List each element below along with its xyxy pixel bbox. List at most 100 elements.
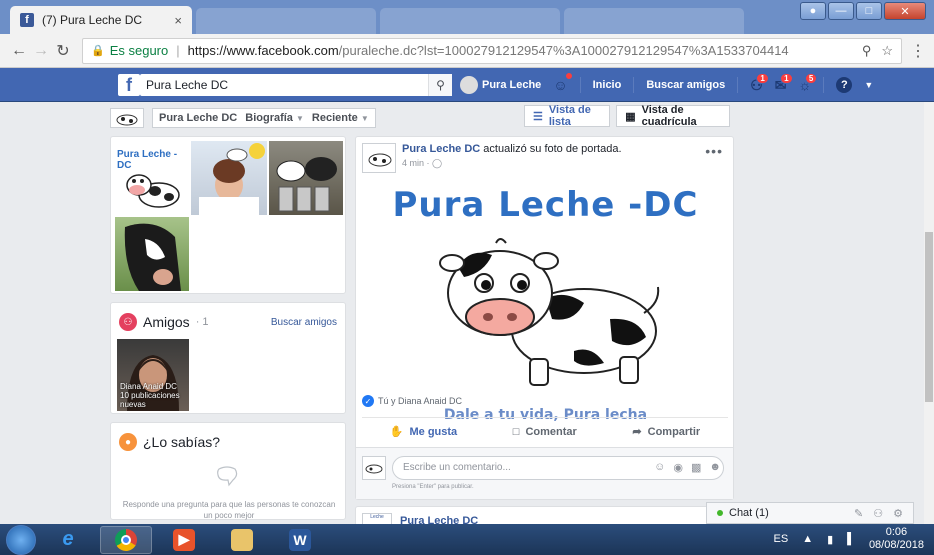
reload-icon[interactable]: ↻ xyxy=(52,41,74,61)
browser-tab[interactable]: f (7) Pura Leche DC × xyxy=(10,6,192,34)
more-options-icon[interactable]: ••• xyxy=(705,143,723,159)
did-you-know-card: ● ¿Lo sabías? Responde una pregunta para… xyxy=(110,422,346,520)
page-scrollbar[interactable] xyxy=(924,102,934,524)
home-link[interactable]: Inicio xyxy=(593,79,622,91)
chevron-down-icon: ▼ xyxy=(296,114,304,123)
cover-title: Pura Leche -DC xyxy=(392,185,699,225)
url-input[interactable]: 🔒 Es seguro | https://www.facebook.com/p… xyxy=(82,37,902,64)
star-icon[interactable]: ☆ xyxy=(881,43,893,59)
photo-cow-portrait[interactable] xyxy=(115,217,189,291)
search-input[interactable]: Pura Leche DC xyxy=(140,74,452,96)
gif-icon[interactable]: ▩ xyxy=(691,461,701,474)
taskbar-chrome[interactable] xyxy=(100,525,152,554)
divider xyxy=(823,77,825,93)
friends-count: · 1 xyxy=(195,316,209,328)
breadcrumb: Pura Leche DC Biografía ▼ Reciente ▼ xyxy=(152,108,376,128)
find-friends-link[interactable]: Buscar amigos xyxy=(646,79,725,91)
tab-close-icon[interactable]: × xyxy=(174,13,182,28)
recent-label: Reciente xyxy=(311,112,358,124)
comment-button[interactable]: □ Comentar xyxy=(513,426,577,438)
post-action: actualizó su foto de portada. xyxy=(480,143,622,155)
url-host: https://www.facebook.com xyxy=(187,43,339,58)
photos-card: Pura Leche -DC xyxy=(110,136,346,294)
new-message-icon[interactable]: ✎ xyxy=(854,507,863,520)
friend-requests-icon[interactable]: ⚇ 1 xyxy=(750,72,769,94)
help-icon[interactable]: ? xyxy=(836,77,853,93)
share-label: Compartir xyxy=(647,425,701,438)
grid-view-button[interactable]: ▦ Vista de cuadrícula xyxy=(616,104,730,128)
like-reaction-icon: ✓ xyxy=(362,395,374,407)
gear-icon[interactable]: ⚙ xyxy=(893,507,903,520)
find-friends-link[interactable]: Buscar amigos xyxy=(271,317,337,328)
account-menu-icon[interactable]: ▼ xyxy=(864,80,873,90)
profile-link[interactable]: Pura Leche xyxy=(460,76,541,94)
share-button[interactable]: ➦ Compartir xyxy=(632,425,701,439)
minimize-icon[interactable]: — xyxy=(828,2,854,20)
person-icon[interactable]: ● xyxy=(800,2,826,20)
browser-menu-icon[interactable]: ⋮ xyxy=(910,41,926,61)
url-path: /puraleche.dc?lst=100027912129547%3A1000… xyxy=(338,43,789,58)
maximize-icon[interactable]: □ xyxy=(856,2,882,20)
facebook-logo-icon[interactable]: f xyxy=(118,74,140,96)
post-header: Pura Leche DC actualizó su foto de porta… xyxy=(362,143,622,173)
list-view-button[interactable]: ☰ Vista de lista xyxy=(524,104,611,128)
like-button[interactable]: ✋ Me gusta xyxy=(390,425,457,439)
comment-label: Comentar xyxy=(525,425,577,438)
window-controls: ● — □ ✕ xyxy=(800,2,926,20)
grid-icon: ▦ xyxy=(625,110,636,123)
friend-tile[interactable]: Diana Anaid DC 10 publicaciones nuevas xyxy=(117,339,189,411)
signal-icon[interactable]: ▌ xyxy=(847,533,855,545)
taskbar-file-explorer[interactable] xyxy=(216,526,268,554)
view-toggle: ☰ Vista de lista ▦ Vista de cuadrícula xyxy=(524,104,730,128)
scrollbar-thumb[interactable] xyxy=(925,232,933,402)
photo-child[interactable] xyxy=(191,141,267,215)
url-divider: | xyxy=(176,43,180,58)
profile-label: Pura Leche xyxy=(482,78,542,91)
did-you-know-heading: ● ¿Lo sabías? xyxy=(119,433,220,451)
emoji-icon[interactable]: ☺ xyxy=(654,461,665,474)
messages-icon[interactable]: ✉ 1 xyxy=(775,72,793,94)
create-group-icon[interactable]: ⚇ xyxy=(873,507,883,520)
comment-composer: Escribe un comentario... ☺ ◉ ▩ ☻ Presion… xyxy=(356,447,733,499)
friends-title[interactable]: Amigos xyxy=(143,314,190,330)
taskbar-word[interactable]: W xyxy=(274,526,326,554)
photo-dairy-cows[interactable] xyxy=(269,141,343,215)
show-hidden-icons-icon[interactable]: ▲ xyxy=(802,533,813,545)
post-timestamp[interactable]: 4 min · ◯ xyxy=(402,158,622,169)
chat-bar[interactable]: Chat (1) ✎ ⚇ ⚙ xyxy=(706,502,914,524)
globe-icon: ◯ xyxy=(432,158,443,168)
back-icon[interactable]: ← xyxy=(8,42,30,60)
network-icon[interactable]: ▮ xyxy=(827,533,833,546)
blurred-tab[interactable] xyxy=(380,8,560,34)
timeline-subnav: Pura Leche DC Biografía ▼ Reciente ▼ ☰ Vi… xyxy=(110,104,730,131)
clock[interactable]: 0:06 08/08/2018 xyxy=(869,526,924,552)
breadcrumb-recent[interactable]: Reciente ▼ xyxy=(312,112,369,124)
taskbar-media-player[interactable]: ▶ xyxy=(158,526,210,554)
close-window-icon[interactable]: ✕ xyxy=(884,2,926,20)
taskbar-internet-explorer[interactable]: e xyxy=(42,526,94,554)
create-icon[interactable]: ☺ xyxy=(553,72,573,93)
forward-icon[interactable]: → xyxy=(30,42,52,60)
avatar[interactable] xyxy=(362,143,396,173)
camera-icon[interactable]: ◉ xyxy=(673,461,683,474)
language-indicator[interactable]: ES xyxy=(774,533,789,545)
search-icon[interactable]: ⚲ xyxy=(428,74,452,96)
tab-title: (7) Pura Leche DC xyxy=(42,13,143,27)
reactions-summary[interactable]: ✓ Tú y Diana Anaid DC xyxy=(362,395,462,407)
sticker-icon[interactable]: ☻ xyxy=(709,461,721,474)
zoom-icon[interactable]: ⚲ xyxy=(862,43,872,59)
photo-logo[interactable]: Pura Leche -DC xyxy=(115,141,189,215)
blurred-tab[interactable] xyxy=(196,8,376,34)
messages-badge: 1 xyxy=(780,72,793,84)
blurred-tab[interactable] xyxy=(564,8,744,34)
speech-bubble-icon xyxy=(217,466,238,487)
breadcrumb-biography[interactable]: Biografía ▼ xyxy=(245,112,304,124)
notifications-icon[interactable]: ☼ 5 xyxy=(799,73,818,93)
start-button-icon[interactable] xyxy=(6,524,36,555)
secure-label: Es seguro xyxy=(109,43,169,58)
breadcrumb-page[interactable]: Pura Leche DC xyxy=(159,112,237,124)
page-thumbnail[interactable] xyxy=(110,108,144,128)
post-time: 4 min · xyxy=(402,158,430,168)
post-author[interactable]: Pura Leche DC xyxy=(402,143,480,155)
friends-icon: ⚇ xyxy=(119,313,137,331)
